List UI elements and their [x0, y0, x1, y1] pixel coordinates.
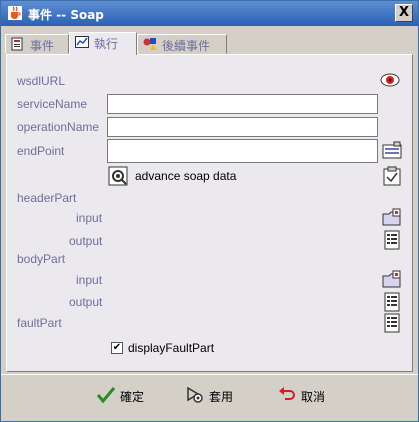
service-name-input[interactable] [107, 94, 378, 114]
header-output-label: output [69, 234, 103, 248]
checkmark-icon [96, 387, 116, 404]
display-fault-part-label: displayFaultPart [128, 341, 215, 355]
title-bar[interactable]: 事件 -- Soap X [1, 1, 418, 26]
body-part-label: bodyPart [17, 252, 66, 266]
chart-icon [75, 36, 89, 48]
tab-follow-up-event-label: 後續事件 [162, 39, 211, 53]
body-output-list-icon[interactable] [382, 292, 402, 312]
header-input-label: input [76, 211, 103, 225]
tab-event-label: 事件 [30, 39, 55, 53]
undo-arrow-icon [279, 387, 295, 400]
tab-execute[interactable]: 執行 [69, 32, 137, 55]
body-output-label: output [69, 295, 103, 309]
header-output-list-icon[interactable] [382, 230, 402, 250]
advance-settings-icon[interactable] [108, 166, 128, 186]
endpoint-edit-icon[interactable] [382, 141, 402, 161]
close-button[interactable]: X [395, 4, 413, 22]
ok-button[interactable]: 確定 [96, 381, 156, 409]
operation-name-input[interactable] [107, 117, 378, 137]
button-separator [1, 374, 418, 375]
execute-panel: wsdlURL serviceName operationName endPoi… [6, 54, 413, 372]
operation-name-label: operationName [17, 120, 100, 134]
service-name-label: serviceName [17, 97, 88, 111]
advance-soap-data-label[interactable]: advance soap data [135, 169, 236, 183]
tab-event[interactable]: 事件 [5, 34, 69, 54]
tab-execute-label: 執行 [94, 37, 119, 51]
tab-follow-up-event[interactable]: 後續事件 [137, 34, 227, 54]
fault-list-icon[interactable] [382, 313, 402, 333]
window-title: 事件 -- Soap [28, 8, 104, 22]
wsdl-url-label: wsdlURL [17, 74, 66, 88]
wsdl-eye-icon[interactable] [380, 70, 400, 90]
body-input-label: input [76, 273, 103, 287]
shapes-icon [143, 38, 156, 50]
java-cup-icon [8, 6, 22, 20]
header-input-folder-icon[interactable] [382, 208, 402, 228]
body-input-folder-icon[interactable] [382, 270, 402, 290]
endpoint-input[interactable] [107, 139, 378, 163]
fault-part-label: faultPart [17, 316, 62, 330]
endpoint-label: endPoint [17, 144, 65, 158]
apply-gear-icon [187, 386, 203, 403]
cancel-button-label: 取消 [301, 390, 326, 404]
ok-button-label: 確定 [120, 390, 145, 404]
apply-button[interactable]: 套用 [185, 381, 245, 409]
document-icon [11, 37, 23, 51]
display-fault-part-checkbox[interactable]: ✔ [111, 342, 123, 354]
dialog-window: 事件 -- Soap X 事件 執行 後續事件 wsdlURL serviceN… [0, 0, 419, 422]
header-part-label: headerPart [17, 191, 77, 205]
apply-button-label: 套用 [209, 390, 234, 404]
cancel-button[interactable]: 取消 [277, 381, 337, 409]
clipboard-check-icon[interactable] [382, 166, 402, 186]
